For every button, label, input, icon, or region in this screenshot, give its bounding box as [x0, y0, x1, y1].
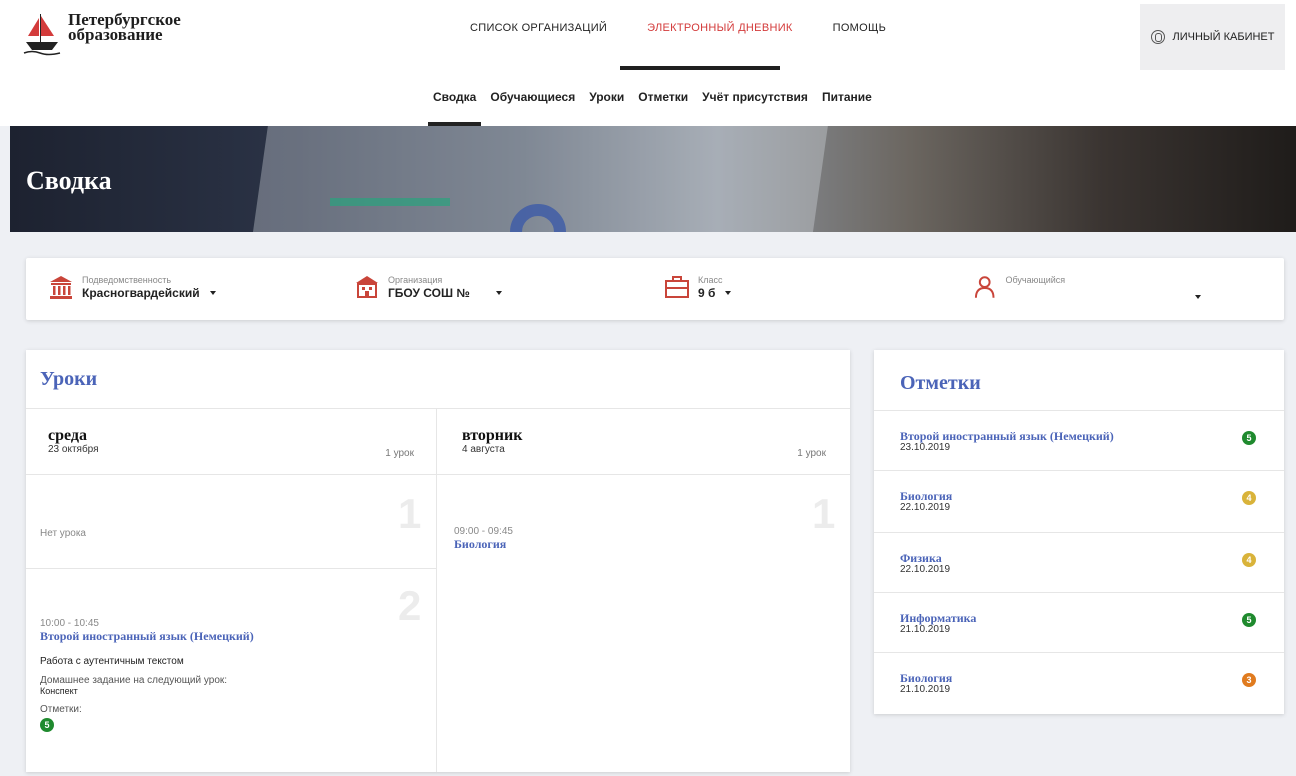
marks-label: Отметки: — [40, 704, 82, 715]
filter-label: Класс — [698, 274, 723, 285]
page-title: Сводка — [26, 166, 112, 195]
nav-active-indicator — [620, 66, 780, 70]
mark-date: 21.10.2019 — [900, 624, 951, 635]
lessons-title: Уроки — [40, 368, 98, 390]
user-circle-icon — [1150, 30, 1165, 44]
top-nav: СПИСОК ОРГАНИЗАЦИЙ ЭЛЕКТРОННЫЙ ДНЕВНИК П… — [470, 22, 926, 34]
nav-help-link[interactable]: ПОМОЩЬ — [833, 22, 887, 34]
filter-value: ГБОУ СОШ № — [388, 285, 470, 300]
lesson-item: 09:00 - 09:45 Биология — [454, 526, 513, 552]
filter-jurisdiction[interactable]: Подведомственность Красногвардейский — [48, 274, 216, 300]
chevron-down-icon — [495, 291, 502, 296]
lesson-slot-number: 1 — [812, 490, 836, 537]
lesson-time: 09:00 - 09:45 — [454, 526, 513, 537]
mark-badge: 5 — [1242, 431, 1256, 445]
mark-date: 22.10.2019 — [900, 502, 951, 513]
day-date: 4 августа — [462, 444, 505, 455]
homework-label: Домашнее задание на следующий урок: — [40, 675, 228, 686]
logo[interactable]: Петербургское образование — [22, 11, 181, 56]
no-lesson-text: Нет урока — [40, 528, 86, 539]
filter-organization[interactable]: Организация ГБОУ СОШ № — [354, 274, 502, 300]
mark-row[interactable]: Физика 22.10.2019 4 — [874, 532, 1284, 594]
lesson-topic: Работа с аутентичным текстом — [40, 656, 184, 667]
filter-class[interactable]: Класс 9 б — [664, 274, 732, 300]
day-header-tuesday: вторник 4 августа 1 урок — [462, 427, 826, 460]
tab-meals[interactable]: Питание — [817, 90, 877, 126]
page-banner: Сводка — [10, 126, 1296, 232]
lesson-count: 1 урок — [797, 448, 826, 459]
day-name: среда — [48, 427, 87, 444]
tab-attendance[interactable]: Учёт присутствия — [697, 90, 813, 126]
tab-lessons[interactable]: Уроки — [584, 90, 629, 126]
lesson-item: 10:00 - 10:45 Второй иностранный язык (Н… — [40, 618, 420, 733]
column-divider — [436, 408, 437, 772]
mark-badge: 3 — [1242, 673, 1256, 687]
lessons-card: Уроки среда 23 октября 1 урок 1 Нет урок… — [26, 350, 850, 772]
ship-logo-icon — [23, 14, 61, 56]
mark-row[interactable]: Информатика 21.10.2019 5 — [874, 592, 1284, 654]
tab-marks[interactable]: Отметки — [633, 90, 693, 126]
mark-badge: 5 — [1242, 613, 1256, 627]
mark-date: 21.10.2019 — [900, 684, 951, 695]
mark-row[interactable]: Биология 21.10.2019 3 — [874, 652, 1284, 714]
nav-organizations-link[interactable]: СПИСОК ОРГАНИЗАЦИЙ — [470, 22, 607, 34]
logo-text: Петербургское образование — [68, 11, 181, 44]
divider — [26, 408, 850, 409]
chevron-down-icon — [209, 291, 216, 296]
nav-diary-link[interactable]: ЭЛЕКТРОННЫЙ ДНЕВНИК — [647, 22, 793, 34]
day-header-wednesday: среда 23 октября 1 урок — [48, 427, 414, 460]
mark-date: 22.10.2019 — [900, 564, 951, 575]
institution-icon — [50, 276, 72, 299]
chevron-down-icon — [1195, 294, 1202, 299]
filter-value: 9 б — [698, 285, 716, 300]
filter-label: Обучающийся — [1005, 274, 1066, 285]
mark-row[interactable]: Второй иностранный язык (Немецкий) 23.10… — [874, 410, 1284, 472]
briefcase-icon — [665, 276, 689, 298]
mark-badge: 4 — [1242, 491, 1256, 505]
account-label: ЛИЧНЫЙ КАБИНЕТ — [1172, 31, 1275, 43]
divider — [26, 474, 850, 475]
header: Петербургское образование СПИСОК ОРГАНИЗ… — [0, 0, 1296, 126]
filter-label: Организация — [388, 274, 443, 285]
day-name: вторник — [462, 427, 523, 444]
account-button[interactable]: ЛИЧНЫЙ КАБИНЕТ — [1140, 4, 1285, 70]
mark-badge: 5 — [40, 718, 54, 732]
school-icon — [356, 276, 378, 298]
filter-label: Подведомственность — [82, 274, 172, 285]
tab-students[interactable]: Обучающиеся — [485, 90, 580, 126]
lesson-count: 1 урок — [385, 448, 414, 459]
logo-line-2: образование — [68, 25, 163, 44]
filter-student[interactable]: Обучающийся — [972, 274, 1202, 300]
mark-badge: 4 — [1242, 553, 1256, 567]
tab-summary[interactable]: Сводка — [428, 90, 482, 126]
lesson-subject-link[interactable]: Биология — [454, 537, 513, 552]
mark-date: 23.10.2019 — [900, 442, 951, 453]
marks-card: Отметки Второй иностранный язык (Немецки… — [874, 350, 1284, 714]
homework-text: Конспект — [40, 686, 78, 696]
day-date: 23 октября — [48, 444, 99, 455]
mark-row[interactable]: Биология 22.10.2019 4 — [874, 470, 1284, 532]
chevron-down-icon — [725, 291, 732, 296]
lesson-time: 10:00 - 10:45 — [40, 618, 99, 629]
lesson-slot-number: 1 — [398, 490, 422, 537]
lesson-subject-link[interactable]: Второй иностранный язык (Немецкий) — [40, 629, 420, 644]
filter-bar: Подведомственность Красногвардейский Орг… — [26, 258, 1284, 320]
student-icon — [974, 276, 995, 298]
sub-nav: Сводка Обучающиеся Уроки Отметки Учёт пр… — [428, 90, 881, 126]
divider — [26, 568, 436, 569]
marks-title: Отметки — [900, 372, 981, 394]
filter-value: Красногвардейский — [82, 285, 200, 300]
banner-decor — [330, 198, 450, 206]
